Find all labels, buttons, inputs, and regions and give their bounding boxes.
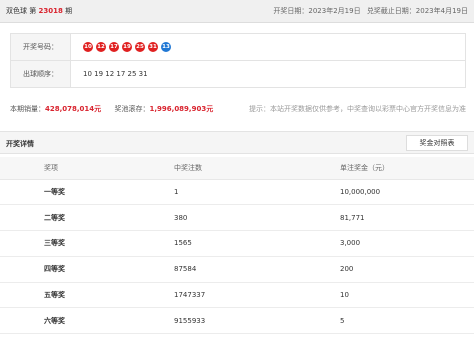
column-header: 中奖注数 <box>130 157 300 180</box>
winner-count: 1565 <box>130 230 300 257</box>
winner-count: 380 <box>130 204 300 232</box>
lottery-name: 双色球 <box>6 7 27 15</box>
winner-count: 87584 <box>130 256 300 283</box>
table-row: 三等奖 1565 3,000 <box>0 230 474 257</box>
column-header: 单注奖金（元） <box>300 157 474 180</box>
prize-amount: 200 <box>300 256 474 283</box>
winner-count: 9155933 <box>130 307 300 335</box>
prize-amount: 10,000,000 <box>300 179 474 206</box>
details-title: 开奖详情 <box>6 140 34 148</box>
table-row: 二等奖 380 81,771 <box>0 204 474 232</box>
prize-level: 四等奖 <box>0 256 130 283</box>
sales-summary: 本期销量：428,078,014元 奖池滚存：1,996,089,903元 提示… <box>10 104 466 114</box>
table-header-row: 奖项 中奖注数 单注奖金（元） <box>0 157 474 180</box>
draw-info-table: 开奖号码： 10 12 17 19 25 31 13 出球顺序： 10 19 1… <box>10 33 466 88</box>
disclaimer-hint: 提示：本站开奖数据仅供参考，中奖查询以彩票中心官方开奖信息为准 <box>249 105 466 113</box>
prize-amount: 3,000 <box>300 230 474 257</box>
winner-count: 1 <box>130 179 300 206</box>
prize-table: 奖项 中奖注数 单注奖金（元） 一等奖 1 10,000,000 二等奖 380… <box>0 157 474 335</box>
pool-value: 1,996,089,903元 <box>149 105 214 113</box>
prize-level: 二等奖 <box>0 204 130 232</box>
prize-level: 一等奖 <box>0 179 130 206</box>
red-ball: 25 <box>135 42 145 52</box>
details-header: 开奖详情 奖金对照表 <box>0 131 474 154</box>
draw-date: 开奖日期：2023年2月19日 <box>273 7 361 15</box>
red-ball: 31 <box>148 42 158 52</box>
winning-numbers: 10 12 17 19 25 31 13 <box>83 42 465 52</box>
column-header: 奖项 <box>0 157 130 180</box>
blue-ball: 13 <box>161 42 171 52</box>
issue-number: 23018 <box>38 7 63 15</box>
prize-chart-button[interactable]: 奖金对照表 <box>406 135 468 151</box>
winning-numbers-label: 开奖号码： <box>10 33 71 61</box>
red-ball: 19 <box>122 42 132 52</box>
sales-label: 本期销量： <box>10 105 45 113</box>
table-row: 六等奖 9155933 5 <box>0 307 474 335</box>
table-row: 一等奖 1 10,000,000 <box>0 179 474 206</box>
issue-suffix: 期 <box>65 7 73 15</box>
claim-deadline: 兑奖截止日期：2023年4月19日 <box>366 7 468 15</box>
red-ball: 10 <box>83 42 93 52</box>
sales-value: 428,078,014元 <box>45 105 102 113</box>
draw-order-label: 出球顺序： <box>10 60 71 88</box>
draw-dates: 开奖日期：2023年2月19日 兑奖截止日期：2023年4月19日 <box>269 6 468 16</box>
issue-prefix: 第 <box>29 7 37 15</box>
table-row: 四等奖 87584 200 <box>0 256 474 283</box>
prize-amount: 5 <box>300 307 474 335</box>
draw-order-value: 10 19 12 17 25 31 <box>70 60 466 88</box>
red-ball: 12 <box>96 42 106 52</box>
table-row: 五等奖 1747337 10 <box>0 282 474 309</box>
red-ball: 17 <box>109 42 119 52</box>
winner-count: 1747337 <box>130 282 300 309</box>
prize-amount: 81,771 <box>300 204 474 232</box>
prize-level: 五等奖 <box>0 282 130 309</box>
prize-level: 六等奖 <box>0 307 130 335</box>
prize-level: 三等奖 <box>0 230 130 257</box>
draw-title: 双色球 第 23018 期 <box>6 6 72 16</box>
pool-label: 奖池滚存： <box>114 105 150 113</box>
top-bar: 双色球 第 23018 期 开奖日期：2023年2月19日 兑奖截止日期：202… <box>0 0 474 23</box>
prize-amount: 10 <box>300 282 474 309</box>
